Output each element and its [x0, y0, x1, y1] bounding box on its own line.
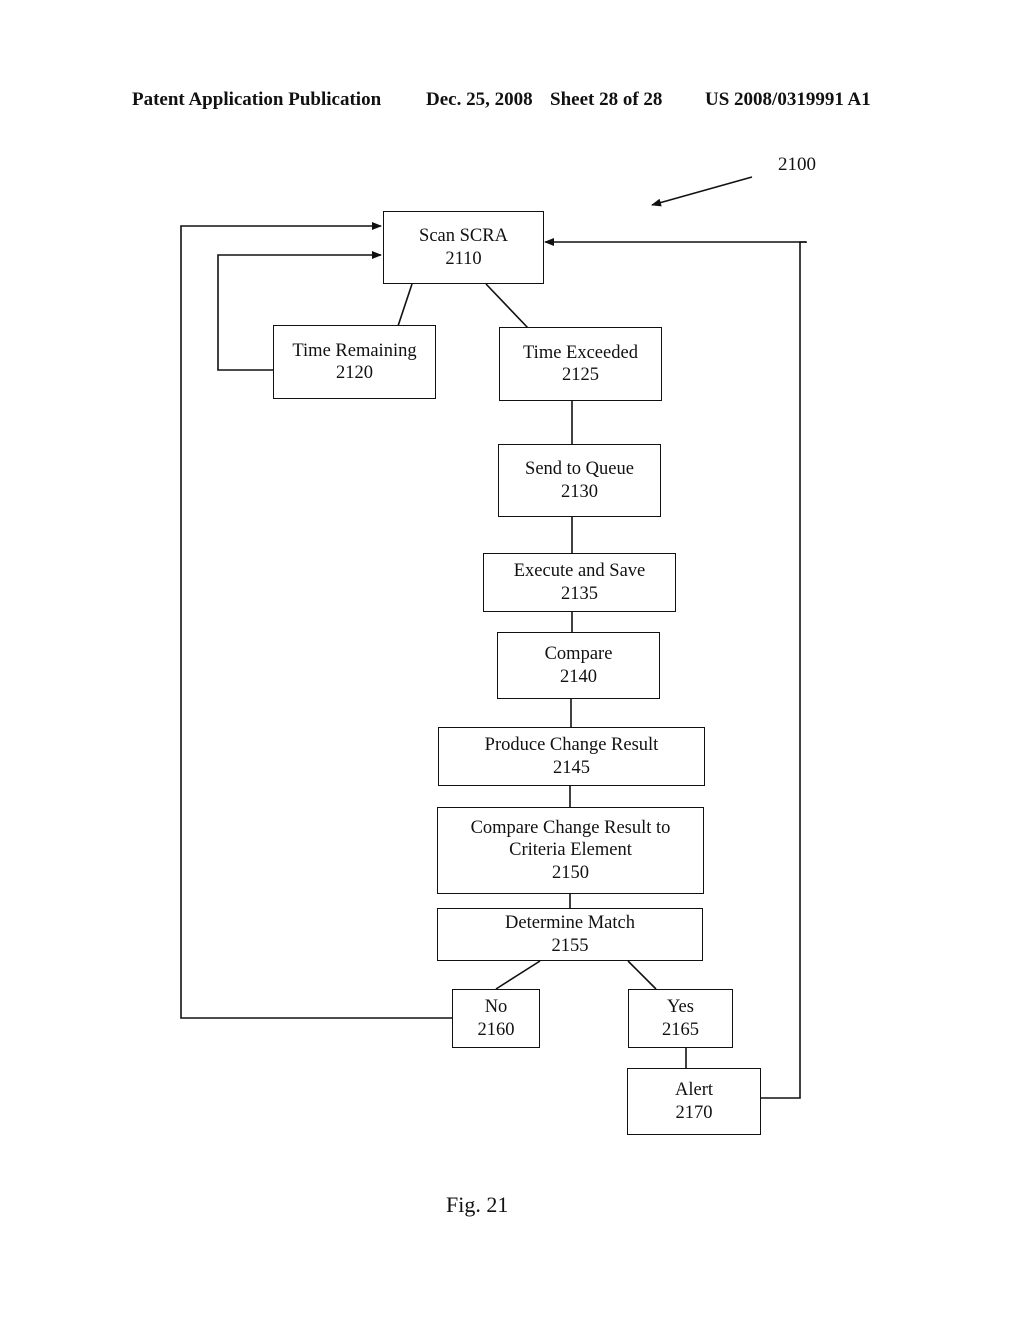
node-id: 2135: [561, 583, 598, 604]
node-no: No 2160: [452, 989, 540, 1048]
edge-2110-2120: [397, 283, 413, 327]
node-id: 2110: [445, 248, 482, 269]
node-execute-and-save: Execute and Save 2135: [483, 553, 676, 612]
node-send-to-queue: Send to Queue 2130: [498, 444, 661, 517]
node-label: Determine Match: [505, 913, 635, 933]
node-label: Execute and Save: [513, 561, 646, 581]
node-label: Scan SCRA: [419, 226, 508, 246]
node-determine-match: Determine Match 2155: [437, 908, 703, 961]
edge-2155-2165: [627, 960, 657, 990]
node-id: 2160: [477, 1019, 515, 1040]
node-label: No: [484, 997, 508, 1017]
figure-caption: Fig. 21: [446, 1192, 509, 1217]
node-alert: Alert 2170: [627, 1068, 761, 1135]
node-label: Yes: [667, 997, 694, 1017]
node-compare: Compare 2140: [497, 632, 660, 699]
node-label-line2: Criteria Element: [509, 840, 632, 861]
node-label: Time Exceeded: [523, 342, 638, 363]
node-id: 2125: [562, 365, 599, 385]
node-yes: Yes 2165: [628, 989, 733, 1048]
figure-reference-number: 2100: [778, 154, 816, 175]
node-label: Produce Change Result: [484, 735, 659, 755]
node-id: 2140: [560, 666, 597, 687]
node-label: Alert: [674, 1080, 713, 1100]
node-id: 2155: [551, 935, 589, 956]
edge-2155-2160: [495, 960, 541, 990]
node-label-line1: Compare Change Result to: [470, 817, 671, 838]
node-id: 2120: [336, 363, 373, 383]
node-label: Time Remaining: [292, 340, 417, 361]
node-id: 2145: [553, 757, 590, 778]
node-produce-change-result: Produce Change Result 2145: [438, 727, 705, 786]
node-time-remaining: Time Remaining 2120: [273, 325, 436, 399]
node-id: 2165: [662, 1019, 699, 1040]
node-time-exceeded: Time Exceeded 2125: [499, 327, 662, 401]
node-id: 2150: [552, 862, 589, 883]
node-label: Send to Queue: [525, 459, 634, 479]
reference-arrow: [651, 176, 753, 207]
node-scan-scra: Scan SCRA 2110: [383, 211, 544, 284]
node-label: Compare: [544, 644, 613, 664]
node-id: 2170: [675, 1102, 713, 1123]
node-compare-change-result-to-criteria: Compare Change Result to Criteria Elemen…: [437, 807, 704, 894]
edge-2110-2125: [485, 283, 529, 329]
edge-2170-2110-loop: [761, 241, 806, 1099]
node-id: 2130: [561, 481, 598, 502]
